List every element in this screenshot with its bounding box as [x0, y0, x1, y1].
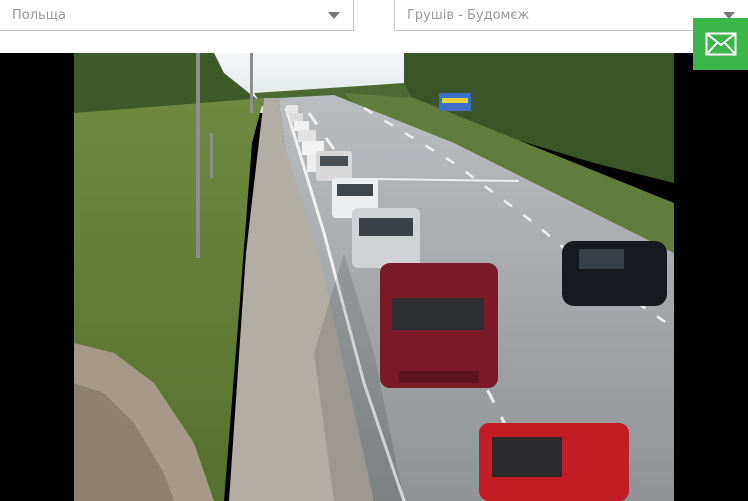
chevron-down-icon: [328, 12, 340, 19]
country-select-value: Польща: [12, 7, 66, 23]
camera-view: [0, 53, 748, 501]
subscribe-button[interactable]: [693, 18, 748, 70]
crossing-select-value: Грушів - Будомєж: [407, 7, 530, 23]
camera-image: [74, 53, 674, 501]
envelope-icon: [705, 32, 736, 56]
country-select[interactable]: Польща: [0, 0, 354, 31]
